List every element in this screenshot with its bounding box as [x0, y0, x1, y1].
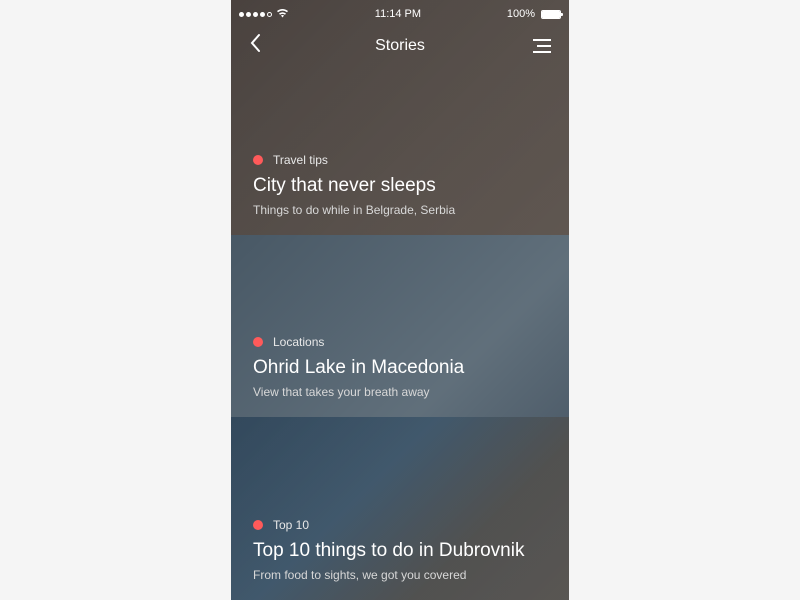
category-row: Locations	[253, 335, 547, 349]
menu-button[interactable]	[531, 39, 551, 53]
battery-icon	[539, 10, 561, 19]
back-button[interactable]	[249, 32, 269, 60]
category-dot-icon	[253, 155, 263, 165]
category-label: Travel tips	[273, 153, 328, 167]
status-bar: 11:14 PM 100%	[231, 4, 569, 24]
story-title: City that never sleeps	[253, 175, 547, 197]
story-card[interactable]: Locations Ohrid Lake in Macedonia View t…	[231, 235, 569, 418]
battery-percent: 100%	[507, 8, 535, 20]
story-subtitle: Things to do while in Belgrade, Serbia	[253, 203, 547, 217]
story-title: Ohrid Lake in Macedonia	[253, 357, 547, 379]
story-title: Top 10 things to do in Dubrovnik	[253, 540, 547, 562]
category-dot-icon	[253, 520, 263, 530]
category-row: Top 10	[253, 518, 547, 532]
stories-list: Travel tips City that never sleeps Thing…	[231, 0, 569, 600]
status-left	[239, 8, 289, 21]
status-right: 100%	[507, 8, 561, 20]
story-subtitle: From food to sights, we got you covered	[253, 568, 547, 582]
category-dot-icon	[253, 337, 263, 347]
category-label: Locations	[273, 335, 324, 349]
category-label: Top 10	[273, 518, 309, 532]
page-title: Stories	[375, 37, 425, 55]
signal-strength-icon	[239, 12, 272, 17]
app-header: Stories	[231, 28, 569, 64]
category-row: Travel tips	[253, 153, 547, 167]
story-card[interactable]: Top 10 Top 10 things to do in Dubrovnik …	[231, 417, 569, 600]
wifi-icon	[276, 8, 289, 21]
status-time: 11:14 PM	[375, 8, 421, 20]
story-subtitle: View that takes your breath away	[253, 385, 547, 399]
mobile-app-screen: 11:14 PM 100% Stories Travel tips City t…	[231, 0, 569, 600]
